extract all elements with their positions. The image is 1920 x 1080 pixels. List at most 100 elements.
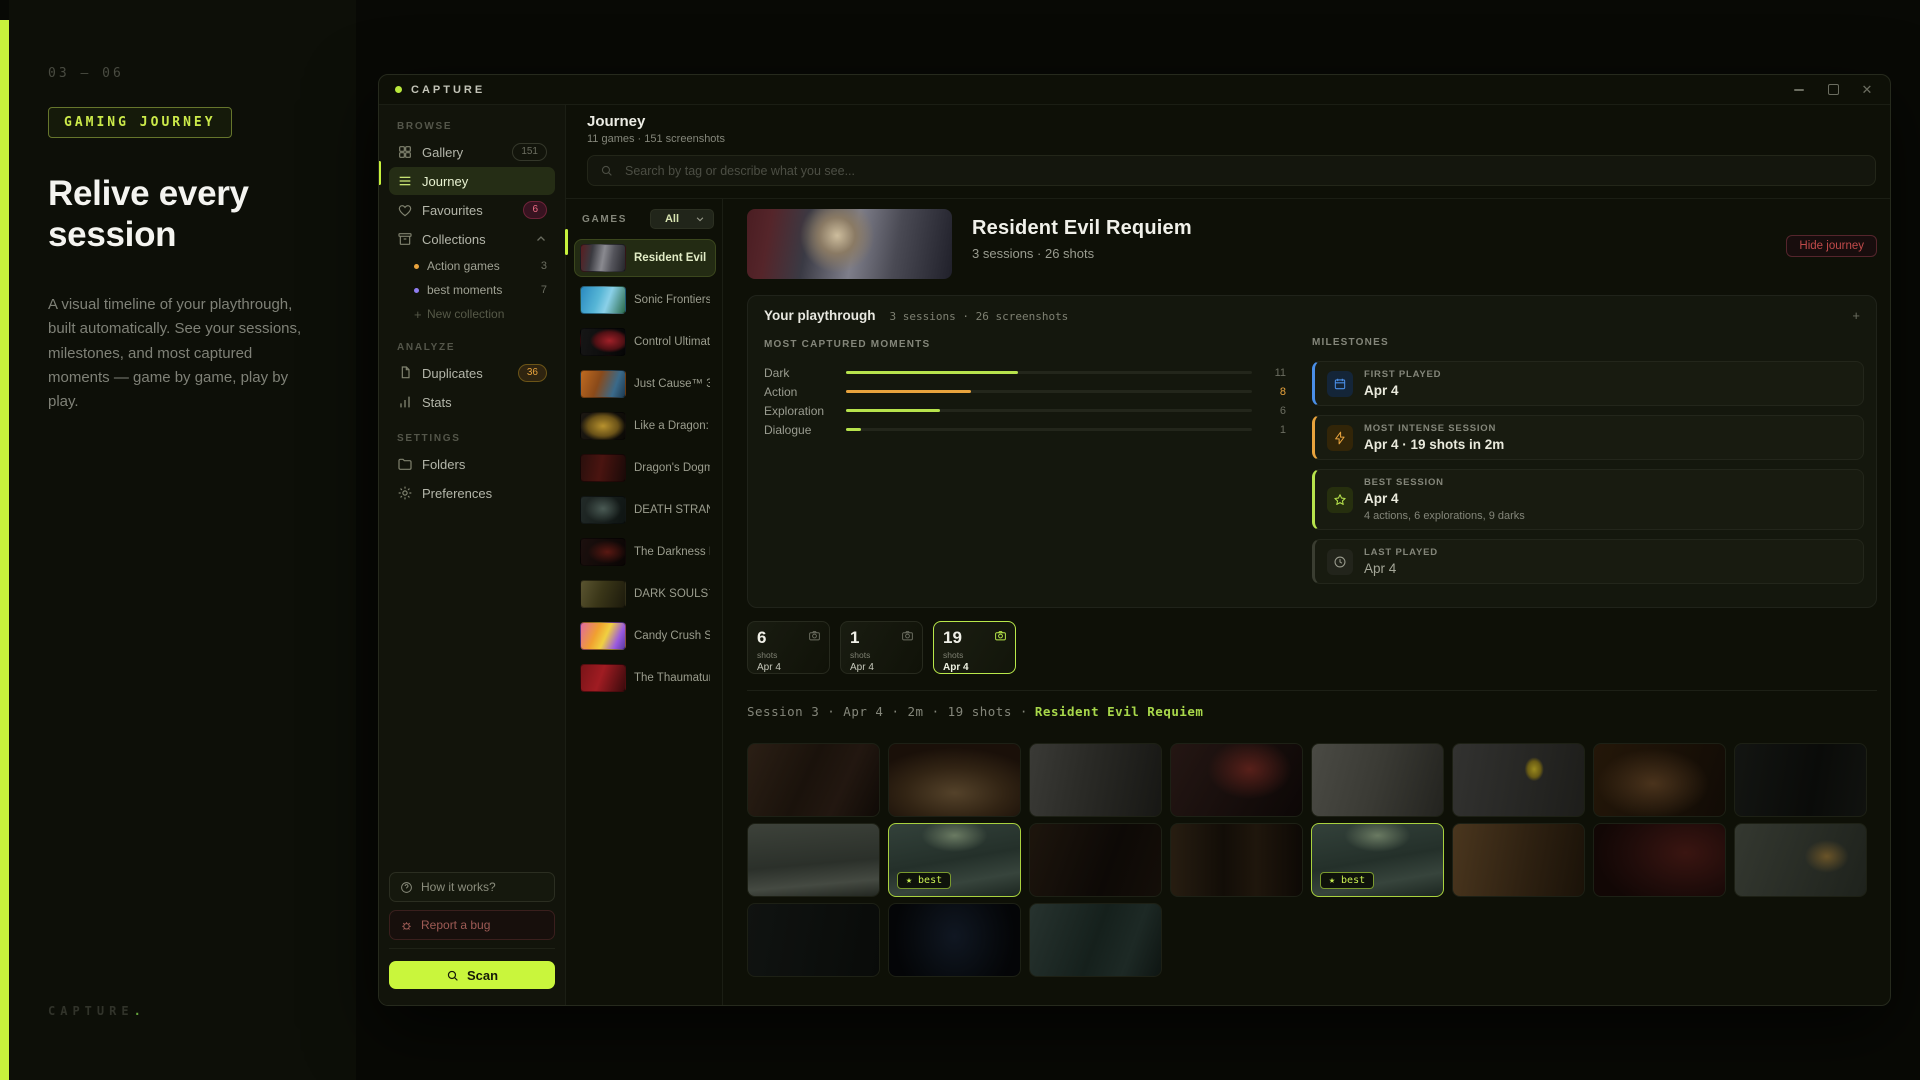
settings-nav-list: FoldersPreferences: [389, 450, 555, 508]
screenshot-thumbnail-10[interactable]: ★ best: [888, 823, 1021, 897]
screenshot-thumbnail-12[interactable]: [1170, 823, 1303, 897]
game-item-the-darkness-ii[interactable]: The Darkness II: [574, 533, 716, 571]
moment-value: 11: [1252, 367, 1286, 379]
app-status-dot-icon: [395, 86, 402, 93]
sidebar-item-journey[interactable]: Journey: [389, 167, 555, 195]
session-detail: Session 3 · Apr 4 · 2m · 19 shots ·Resid…: [747, 690, 1877, 977]
milestones-header: MILESTONES: [1312, 337, 1864, 348]
search-input[interactable]: [623, 163, 1863, 179]
sidebar-item-duplicates[interactable]: Duplicates36: [389, 359, 555, 387]
scan-button[interactable]: Scan: [389, 961, 555, 989]
game-name: Candy Crush S...: [634, 630, 710, 642]
collection-count: 3: [541, 260, 547, 272]
game-cover-image: [580, 454, 626, 482]
screenshot-thumbnail-6[interactable]: [1452, 743, 1585, 817]
report-bug-label: Report a bug: [421, 918, 490, 932]
game-name: Just Cause™ 3: [634, 378, 710, 390]
session-date: Apr 4: [943, 662, 1006, 673]
moment-value: 1: [1252, 424, 1286, 436]
capture-window: CAPTURE ✕ BROWSE Gallery151JourneyFavour…: [378, 74, 1891, 1006]
game-name: Sonic Frontiers: [634, 294, 710, 306]
screenshot-thumbnail-14[interactable]: [1452, 823, 1585, 897]
game-item-control-ultimat[interactable]: Control Ultimat...: [574, 323, 716, 361]
maximize-button[interactable]: [1826, 83, 1840, 97]
sidebar-item-gallery[interactable]: Gallery151: [389, 138, 555, 166]
game-item-sonic-frontiers[interactable]: Sonic Frontiers: [574, 281, 716, 319]
minimize-button[interactable]: [1792, 83, 1806, 97]
screenshot-thumbnail-1[interactable]: [747, 743, 880, 817]
session-card-3[interactable]: 19shotsApr 4: [933, 621, 1016, 674]
game-hero-text: Resident Evil Requiem 3 sessions · 26 sh…: [972, 209, 1192, 279]
screenshot-thumbnail-19[interactable]: [1029, 903, 1162, 977]
hide-journey-button[interactable]: Hide journey: [1786, 235, 1877, 257]
browse-nav-list: Gallery151JourneyFavourites6Collections: [389, 138, 555, 254]
milestone-value: Apr 4: [1364, 561, 1438, 576]
search-icon: [600, 164, 613, 177]
close-button[interactable]: ✕: [1860, 83, 1874, 97]
sidebar-item-collections[interactable]: Collections: [389, 225, 555, 253]
moment-bar-track: [846, 428, 1252, 431]
game-cover-image: [580, 286, 626, 314]
screenshot-thumbnail-4[interactable]: [1170, 743, 1303, 817]
window-body: BROWSE Gallery151JourneyFavourites6Colle…: [379, 105, 1890, 1005]
page-title: Journey: [587, 113, 1876, 130]
game-item-dark-souls-iii[interactable]: DARK SOULS™ III: [574, 575, 716, 613]
sidebar-section-analyze: ANALYZE: [397, 342, 555, 353]
collection-item-action-games[interactable]: Action games3: [389, 254, 555, 278]
session-card-1[interactable]: 6shotsApr 4: [747, 621, 830, 674]
window-controls: ✕: [1792, 83, 1874, 97]
milestone-value: Apr 4: [1364, 491, 1525, 506]
screenshot-thumbnail-13[interactable]: ★ best: [1311, 823, 1444, 897]
sidebar-section-settings: SETTINGS: [397, 433, 555, 444]
collection-item-best-moments[interactable]: best moments7: [389, 278, 555, 302]
game-item-the-thaumatur[interactable]: The Thaumatur...: [574, 659, 716, 697]
screenshot-thumbnail-2[interactable]: [888, 743, 1021, 817]
games-panel: GAMES All Resident Evil R...Sonic Fronti…: [566, 199, 723, 1005]
game-hero: Resident Evil Requiem 3 sessions · 26 sh…: [747, 209, 1877, 279]
screenshot-thumbnail-11[interactable]: [1029, 823, 1162, 897]
game-cover-image: [580, 328, 626, 356]
session-shots-unit: shots: [757, 650, 820, 660]
games-filter-select[interactable]: All: [650, 209, 714, 229]
game-item-death-strand[interactable]: DEATH STRAND...: [574, 491, 716, 529]
panel-expand-button[interactable]: +: [1852, 308, 1860, 323]
collection-count: 7: [541, 284, 547, 296]
screenshot-thumbnail-16[interactable]: [1734, 823, 1867, 897]
session-card-2[interactable]: 1shotsApr 4: [840, 621, 923, 674]
sidebar-item-label: Favourites: [422, 203, 514, 218]
screenshot-thumbnail-5[interactable]: [1311, 743, 1444, 817]
game-item-candy-crush-s[interactable]: Candy Crush S...: [574, 617, 716, 655]
moments-header: MOST CAPTURED MOMENTS: [764, 339, 1286, 350]
sidebar-item-folders[interactable]: Folders: [389, 450, 555, 478]
screenshot-thumbnail-17[interactable]: [747, 903, 880, 977]
best-shot-badge: ★ best: [1320, 872, 1374, 889]
clock-icon: [1333, 555, 1347, 569]
copy-icon: [397, 365, 413, 381]
how-it-works-button[interactable]: How it works?: [389, 872, 555, 902]
accent-stripe: [0, 20, 9, 1080]
game-stats: 3 sessions · 26 shots: [972, 246, 1192, 261]
playthrough-title: Your playthrough: [764, 308, 876, 323]
stats-icon: [397, 394, 413, 410]
screenshot-thumbnail-15[interactable]: [1593, 823, 1726, 897]
sidebar-section-browse: BROWSE: [397, 121, 555, 132]
sidebar-item-stats[interactable]: Stats: [389, 388, 555, 416]
screenshot-thumbnail-7[interactable]: [1593, 743, 1726, 817]
game-item-like-a-dragon-i[interactable]: Like a Dragon: I...: [574, 407, 716, 445]
game-item-resident-evil-r[interactable]: Resident Evil R...: [574, 239, 716, 277]
game-item-dragon-s-dogm[interactable]: Dragon's Dogm...: [574, 449, 716, 487]
collection-item-new-collection[interactable]: +New collection: [389, 302, 555, 326]
screenshot-thumbnail-18[interactable]: [888, 903, 1021, 977]
game-item-just-cause-3[interactable]: Just Cause™ 3: [574, 365, 716, 403]
report-bug-button[interactable]: Report a bug: [389, 910, 555, 940]
collection-dot-icon: [414, 264, 419, 269]
sidebar-item-favourites[interactable]: Favourites6: [389, 196, 555, 224]
moment-row: Exploration6: [764, 401, 1286, 420]
screenshot-thumbnail-8[interactable]: [1734, 743, 1867, 817]
star-icon: [1333, 493, 1347, 507]
milestone-label: LAST PLAYED: [1364, 547, 1438, 558]
game-cover-image: [580, 412, 626, 440]
sidebar-item-preferences[interactable]: Preferences: [389, 479, 555, 507]
screenshot-thumbnail-3[interactable]: [1029, 743, 1162, 817]
screenshot-thumbnail-9[interactable]: [747, 823, 880, 897]
